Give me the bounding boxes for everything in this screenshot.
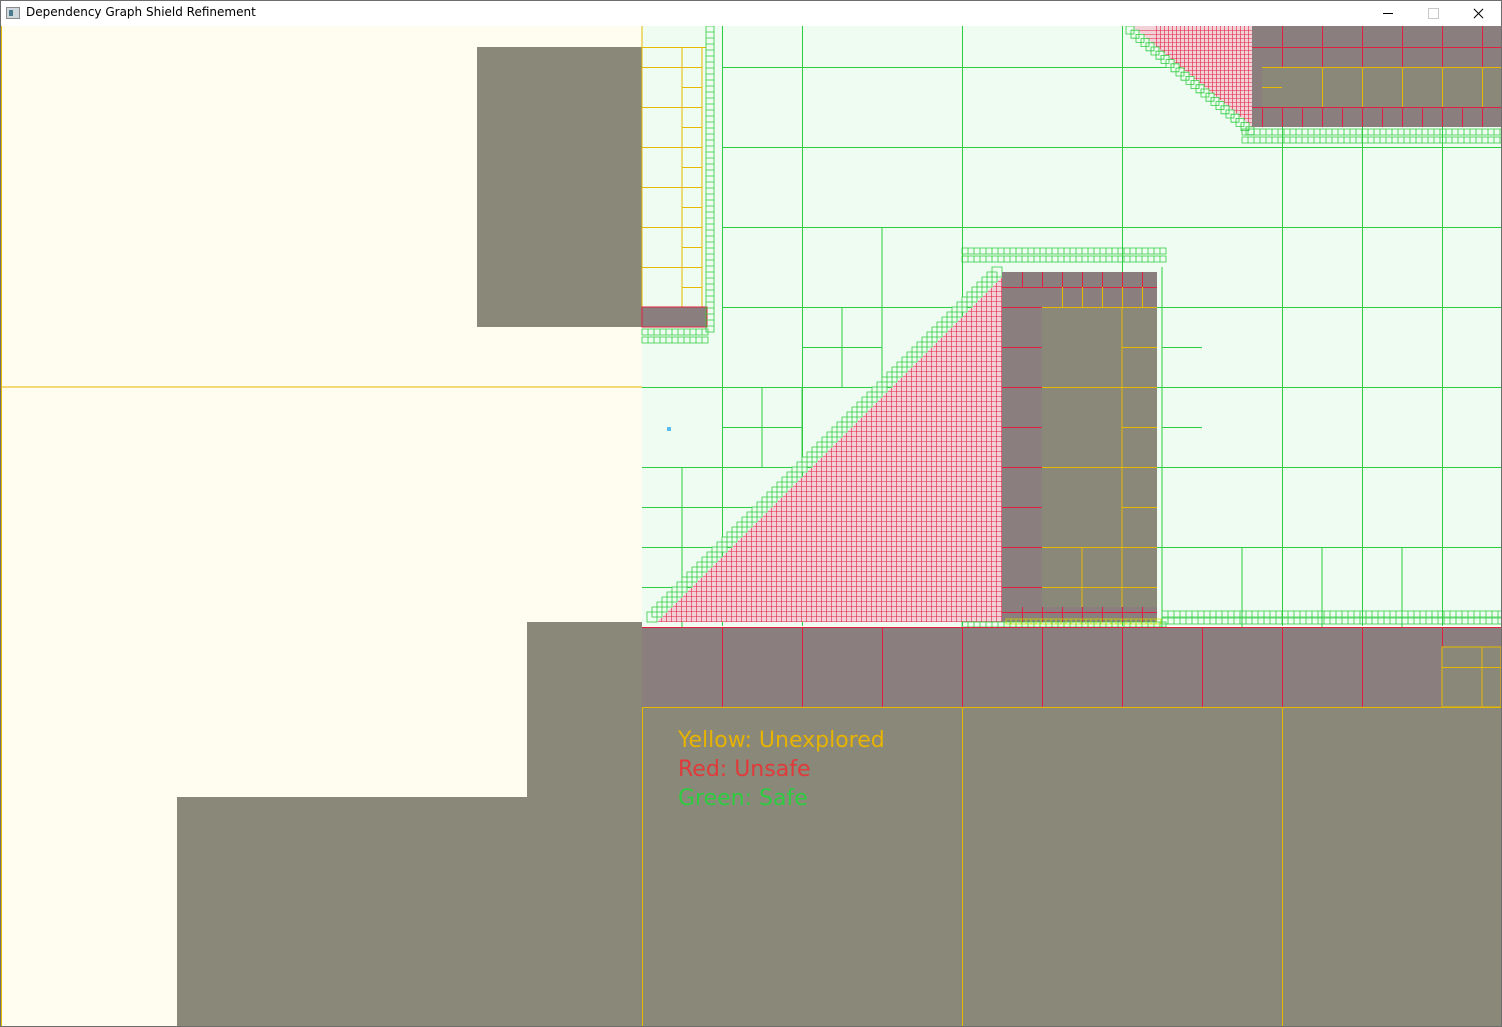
maximize-button[interactable] [1410,1,1456,26]
unsafe-cell-strip [641,306,708,328]
minimize-button[interactable] [1365,1,1411,26]
obstacle-step [527,622,642,1026]
obstacle-topright [1262,67,1501,107]
obstacle-base [177,797,527,1026]
app-icon [6,7,20,19]
agent-marker [667,427,671,431]
legend-unexplored: Yellow: Unexplored [678,728,885,753]
obstacle-upper [477,47,642,327]
window-title: Dependency Graph Shield Refinement [26,5,256,19]
unsafe-band [642,627,1501,707]
refinement-view[interactable]: Yellow: Unexplored Red: Unsafe Green: Sa… [1,26,1501,1026]
unexplored-corner [1441,646,1501,708]
close-button[interactable] [1455,1,1501,26]
obstacle-center [1042,307,1157,607]
legend: Yellow: Unexplored Red: Unsafe Green: Sa… [678,726,885,813]
legend-safe: Green: Safe [678,786,808,811]
title-bar[interactable]: Dependency Graph Shield Refinement [1,1,1501,26]
app-window: Dependency Graph Shield Refinement Yello… [0,0,1502,1027]
legend-unsafe: Red: Unsafe [678,757,811,782]
shield-grid-canvas [1,26,1501,1026]
